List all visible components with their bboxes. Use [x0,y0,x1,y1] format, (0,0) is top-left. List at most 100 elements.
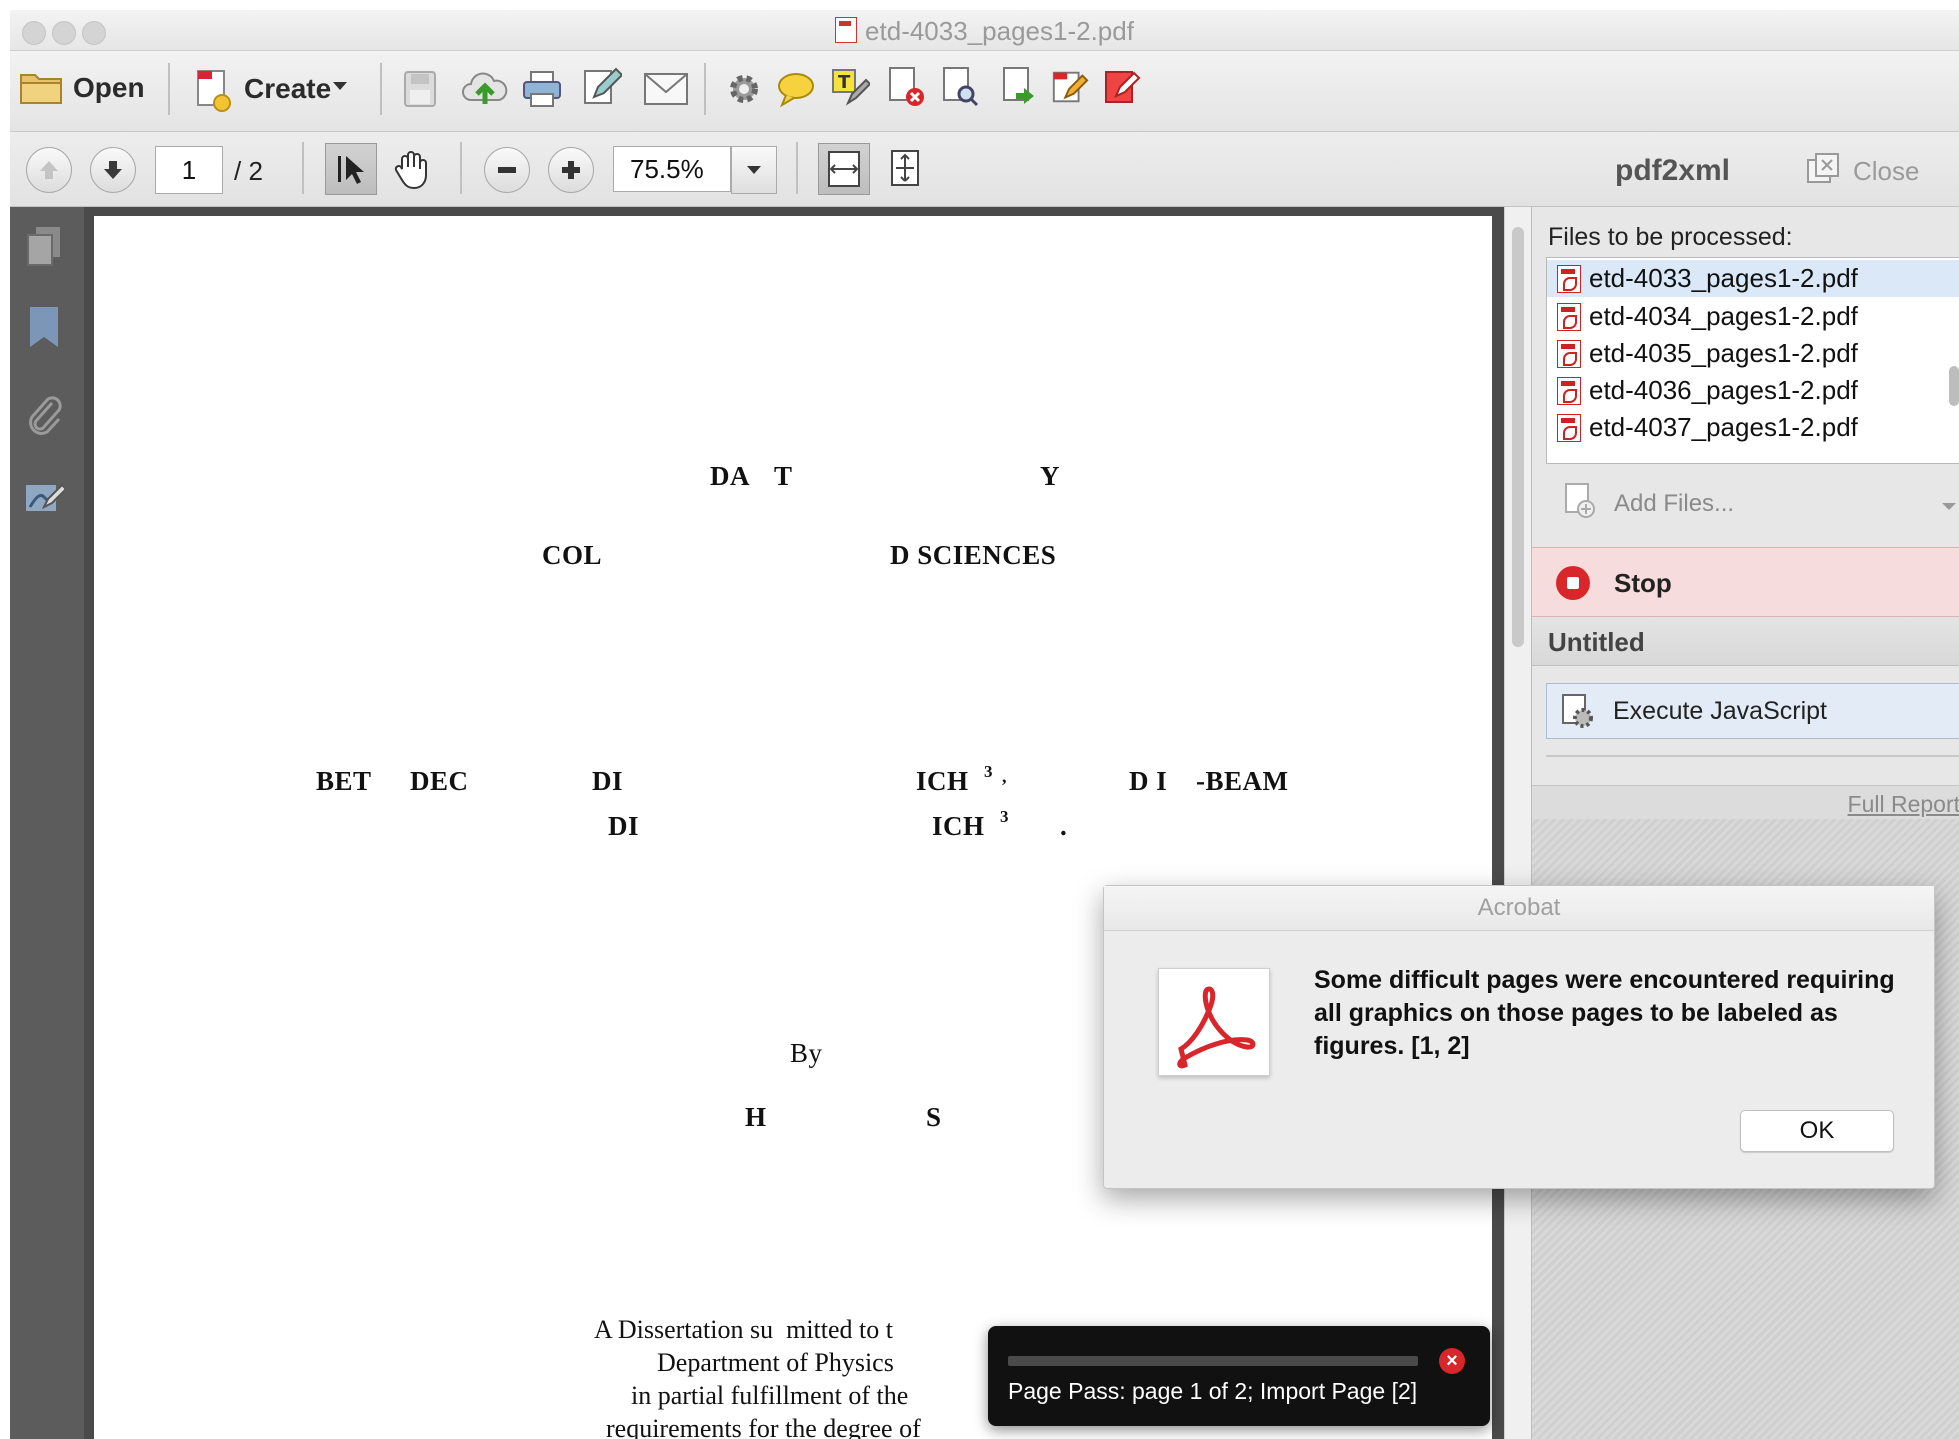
file-list-item[interactable]: etd-4033_pages1-2.pdf [1547,260,1959,297]
file-list[interactable]: etd-4033_pages1-2.pdf etd-4034_pages1-2.… [1546,257,1959,464]
close-panel-icon[interactable] [1806,152,1840,186]
document-scrollbar[interactable] [1504,207,1531,1439]
toolbar-divider [796,142,798,194]
stop-icon [1556,566,1590,600]
toolbar-divider [704,63,706,115]
attachments-icon[interactable] [24,393,64,437]
print-icon[interactable] [522,69,562,109]
chevron-down-icon [747,166,761,174]
fill-sign-icon[interactable] [1102,67,1142,107]
page-text: DEC [410,766,469,796]
next-page-button[interactable] [90,147,136,193]
pdf-file-icon [1557,264,1581,293]
edit-document-icon[interactable] [1050,67,1090,107]
hand-icon [394,151,427,190]
acrobat-logo-icon [1158,968,1270,1076]
execute-javascript-step[interactable]: Execute JavaScript [1546,683,1959,739]
page-text: T [774,461,793,491]
progress-status-text: Page Pass: page 1 of 2; Import Page [2] [1008,1378,1418,1404]
file-list-item[interactable]: etd-4035_pages1-2.pdf [1547,335,1959,372]
file-name: etd-4034_pages1-2.pdf [1589,301,1858,331]
page-body-line: in partial fulfillment of the [631,1381,909,1410]
edit-pdf-icon[interactable] [582,67,622,107]
page-text: ICH [916,766,969,796]
window-title: etd-4033_pages1-2.pdf [10,16,1959,47]
pdf-file-icon [835,17,858,43]
action-wizard-panel: Files to be processed: etd-4033_pages1-2… [1531,207,1959,1439]
page-thumbnails-icon[interactable] [24,225,64,269]
toolbar-divider [168,63,170,115]
zoom-in-button[interactable] [548,147,594,193]
files-header: Files to be processed: [1548,223,1793,251]
page-text: , [1002,766,1007,786]
folder-icon[interactable] [18,68,66,108]
full-report-link[interactable]: Full Report [1848,791,1959,818]
action-list-name: Untitled [1548,627,1645,657]
create-pdf-icon[interactable] [192,65,236,115]
pdf-page: DA T Y COL D SCIENCES BET DEC DI ICH 3 ,… [94,216,1492,1439]
stop-bar[interactable]: Stop [1532,547,1959,617]
save-icon[interactable] [400,69,440,109]
highlight-text-icon[interactable]: T [830,67,870,107]
email-icon[interactable] [642,69,690,109]
upload-cloud-icon[interactable] [460,69,510,109]
page-text: DI [608,811,640,841]
zoom-level-field[interactable]: 75.5% [613,146,731,192]
add-files-icon [1562,482,1596,518]
delete-page-icon[interactable] [886,67,926,107]
minus-icon [498,167,516,173]
action-list-header: Untitled [1532,617,1959,666]
export-page-icon[interactable] [1000,67,1040,107]
signatures-icon[interactable] [24,477,68,521]
chevron-down-icon[interactable] [1942,503,1956,510]
close-panel-button[interactable]: Close [1853,156,1919,187]
add-files-button[interactable]: Add Files... [1614,490,1734,518]
acrobat-window: etd-4033_pages1-2.pdf Open Create T 1 / … [10,10,1959,1439]
comment-icon[interactable] [776,69,816,109]
page-body-line: Department of Physics [657,1348,894,1377]
arrow-down-icon [104,161,122,179]
ok-button[interactable]: OK [1740,1110,1894,1152]
svg-text:T: T [838,72,851,93]
fit-width-button[interactable] [818,143,870,195]
close-icon[interactable]: × [1439,1348,1465,1374]
page-text: S [926,1102,942,1132]
page-text: ICH [932,811,985,841]
gear-icon[interactable] [724,69,764,109]
execute-javascript-label: Execute JavaScript [1613,697,1827,725]
toolbar-divider [380,63,382,115]
search-document-icon[interactable] [940,67,980,107]
main-toolbar: Open Create T [10,51,1959,132]
stop-button[interactable]: Stop [1614,568,1672,599]
chevron-down-icon[interactable] [333,82,347,90]
pdf-file-icon [1557,376,1581,405]
file-list-item[interactable]: etd-4036_pages1-2.pdf [1547,372,1959,409]
open-button[interactable]: Open [73,72,145,104]
file-list-item[interactable]: etd-4037_pages1-2.pdf [1547,409,1959,446]
page-text: D I [1129,766,1168,796]
pdf-file-icon [1557,339,1581,368]
file-list-item[interactable]: etd-4034_pages1-2.pdf [1547,298,1959,335]
zoom-dropdown-button[interactable] [731,146,777,194]
panel-title: pdf2xml [1615,154,1731,187]
fit-page-button[interactable] [880,143,930,193]
pdf-file-icon [1557,302,1581,331]
select-tool-button[interactable] [325,143,377,195]
file-name: etd-4035_pages1-2.pdf [1589,338,1858,368]
bookmarks-icon[interactable] [24,305,64,349]
page-number-input[interactable]: 1 [155,146,223,194]
progress-bar [1008,1356,1418,1366]
cursor-icon [338,156,364,184]
zoom-out-button[interactable] [484,147,530,193]
plus-icon [562,161,580,179]
file-list-scrollbar[interactable] [1949,366,1959,406]
create-button[interactable]: Create [244,73,331,105]
previous-page-button[interactable] [26,147,72,193]
page-text: DI [592,766,624,796]
left-navigation-rail [10,207,84,1439]
title-bar: etd-4033_pages1-2.pdf [10,10,1959,51]
panel-divider [1546,755,1959,757]
pdf-file-icon [1557,413,1581,442]
scrollbar-thumb[interactable] [1512,227,1524,647]
hand-tool-button[interactable] [388,143,438,193]
